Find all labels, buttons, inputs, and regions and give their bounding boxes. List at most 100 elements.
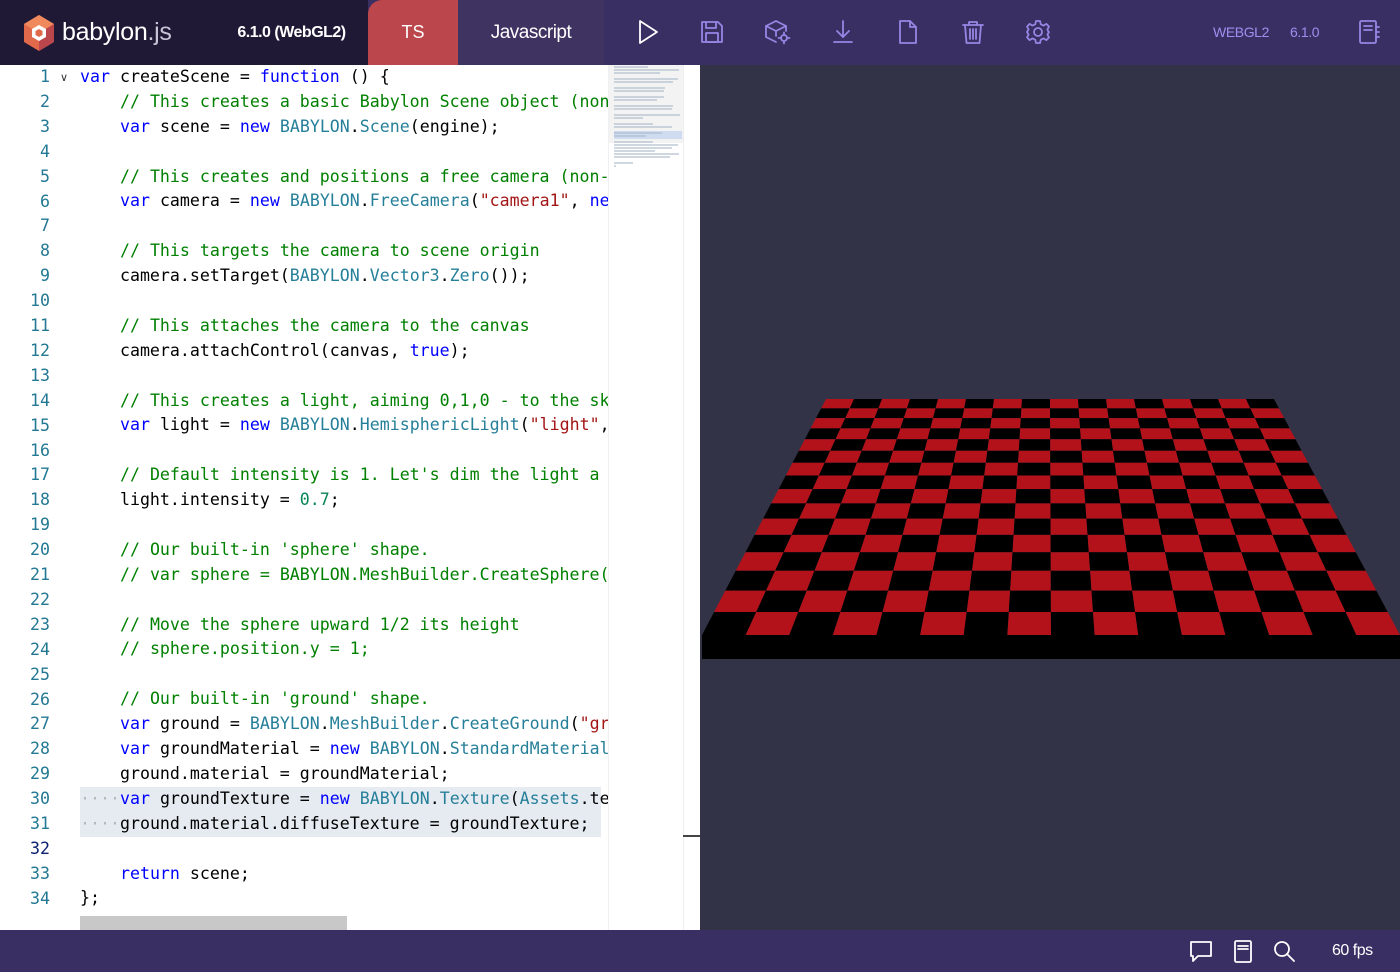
code-line[interactable]: // var sphere = BABYLON.MeshBuilder.Crea… xyxy=(80,563,608,588)
code-line[interactable]: light.intensity = 0.7; xyxy=(80,488,608,513)
inspector-button[interactable] xyxy=(761,16,793,48)
save-button[interactable] xyxy=(696,16,728,48)
code-line[interactable]: var ground = BABYLON.MeshBuilder.CreateG… xyxy=(80,712,608,737)
code-line[interactable] xyxy=(80,662,608,687)
code-line[interactable]: // Our built-in 'sphere' shape. xyxy=(80,538,608,563)
checker-tile xyxy=(906,503,946,519)
minimap-line xyxy=(614,99,657,101)
checker-tile xyxy=(1050,418,1081,429)
code-line[interactable] xyxy=(80,588,608,613)
checker-tile xyxy=(824,450,862,463)
checker-tile xyxy=(1108,418,1140,429)
minimap-line xyxy=(614,162,633,164)
checker-tile xyxy=(1019,428,1051,440)
code-line[interactable]: // Default intensity is 1. Let's dim the… xyxy=(80,463,608,488)
tab-javascript[interactable]: Javascript xyxy=(444,0,604,65)
search-icon xyxy=(1274,941,1295,962)
feedback-button[interactable] xyxy=(1187,937,1215,965)
code-line[interactable]: camera.setTarget(BABYLON.Vector3.Zero())… xyxy=(80,264,608,289)
checker-tile xyxy=(982,475,1018,490)
code-line[interactable] xyxy=(80,438,608,463)
checker-tile xyxy=(1193,408,1226,419)
checker-tile xyxy=(798,439,836,451)
code-line[interactable]: var createScene = function () { xyxy=(80,65,608,90)
minimap[interactable] xyxy=(608,65,684,930)
checker-tile xyxy=(1234,439,1271,451)
version-selector[interactable]: 6.1.0 (WebGL2) xyxy=(215,0,368,65)
code-line[interactable]: ····var groundTexture = new BABYLON.Text… xyxy=(80,787,608,812)
checker-tile xyxy=(1016,475,1051,490)
code-line[interactable]: // This attaches the camera to the canva… xyxy=(80,314,608,339)
checker-tile xyxy=(918,462,954,476)
checker-tile xyxy=(893,552,937,571)
minimap-line xyxy=(614,108,673,110)
code-line[interactable] xyxy=(80,837,608,862)
minimap-line xyxy=(614,123,653,125)
docs-button[interactable] xyxy=(1229,937,1257,965)
checker-tile xyxy=(924,439,959,451)
checker-tile xyxy=(1114,462,1150,476)
tab-typescript[interactable]: TS xyxy=(368,0,458,65)
checker-tile xyxy=(1190,399,1222,409)
code-line[interactable]: // sphere.position.y = 1; xyxy=(80,637,608,662)
code-line[interactable]: camera.attachControl(canvas, true); xyxy=(80,339,608,364)
checker-tile xyxy=(1142,439,1176,451)
code-line[interactable]: // This targets the camera to scene orig… xyxy=(80,239,608,264)
checker-tile xyxy=(1266,518,1310,535)
checker-tile xyxy=(1158,518,1199,535)
ground-edge xyxy=(702,635,1400,659)
search-button[interactable] xyxy=(1270,937,1298,965)
code-line[interactable]: ground.material = groundMaterial; xyxy=(80,762,608,787)
brand[interactable]: babylon.js xyxy=(0,0,215,65)
code-line[interactable]: // This creates a light, aiming 0,1,0 - … xyxy=(80,389,608,414)
code-line[interactable]: var scene = new BABYLON.Scene(engine); xyxy=(80,115,608,140)
download-button[interactable] xyxy=(827,16,859,48)
line-number: 9 xyxy=(40,266,50,286)
checker-tile xyxy=(1017,462,1051,476)
code-line[interactable]: // This creates a basic Babylon Scene ob… xyxy=(80,90,608,115)
checker-tile xyxy=(1254,489,1295,504)
checker-tile xyxy=(1050,439,1082,451)
render-canvas[interactable] xyxy=(700,65,1400,930)
code-line[interactable]: }; xyxy=(80,886,608,911)
line-number: 4 xyxy=(40,141,50,161)
code-line[interactable]: var camera = new BABYLON.FreeCamera("cam… xyxy=(80,189,608,214)
clear-button[interactable] xyxy=(957,16,989,48)
checker-tile xyxy=(1246,399,1279,409)
checker-tile xyxy=(1155,503,1195,519)
code-line[interactable] xyxy=(80,513,608,538)
settings-button[interactable] xyxy=(1022,16,1054,48)
checker-tile xyxy=(1264,439,1302,451)
checker-tile xyxy=(1165,552,1209,571)
horizontal-scrollbar-thumb[interactable] xyxy=(80,916,347,930)
line-number-gutter: ∨ 1 2 3 4 5 6 7 8 9 10 11 12 13 14 15 16 17 18 19 20 21 22 23 2… xyxy=(0,65,80,930)
checker-tile xyxy=(1177,611,1226,635)
vertical-scrollbar[interactable] xyxy=(683,65,700,930)
chat-icon xyxy=(1190,941,1212,962)
code-content[interactable]: var createScene = function () { // This … xyxy=(80,65,608,915)
code-line[interactable] xyxy=(80,214,608,239)
code-line[interactable]: // Move the sphere upward 1/2 its height xyxy=(80,613,608,638)
checker-tile xyxy=(1194,518,1236,535)
line-number: 28 xyxy=(30,739,50,759)
checker-tile xyxy=(1281,475,1323,490)
checker-tile xyxy=(1208,570,1255,591)
fold-chevron-icon[interactable]: ∨ xyxy=(60,71,68,84)
checker-tile xyxy=(849,399,882,409)
code-line[interactable]: var light = new BABYLON.HemisphericLight… xyxy=(80,413,608,438)
code-line[interactable] xyxy=(80,289,608,314)
code-line[interactable]: // Our built-in 'ground' shape. xyxy=(80,687,608,712)
checker-tile xyxy=(1080,428,1112,440)
code-line[interactable]: ····ground.material.diffuseTexture = gro… xyxy=(80,812,608,837)
checker-tile xyxy=(942,503,981,519)
code-line[interactable] xyxy=(80,140,608,165)
code-editor[interactable]: ∨ 1 2 3 4 5 6 7 8 9 10 11 12 13 14 15 16 17 18 19 20 21 22 23 2… xyxy=(0,65,700,930)
code-line[interactable]: // This creates and positions a free cam… xyxy=(80,165,608,190)
run-button[interactable] xyxy=(631,16,663,48)
examples-button[interactable] xyxy=(1352,16,1384,48)
code-line[interactable]: var groundMaterial = new BABYLON.Standar… xyxy=(80,737,608,762)
new-button[interactable] xyxy=(892,16,924,48)
checker-tile xyxy=(928,570,972,591)
code-line[interactable] xyxy=(80,364,608,389)
code-line[interactable]: return scene; xyxy=(80,862,608,887)
